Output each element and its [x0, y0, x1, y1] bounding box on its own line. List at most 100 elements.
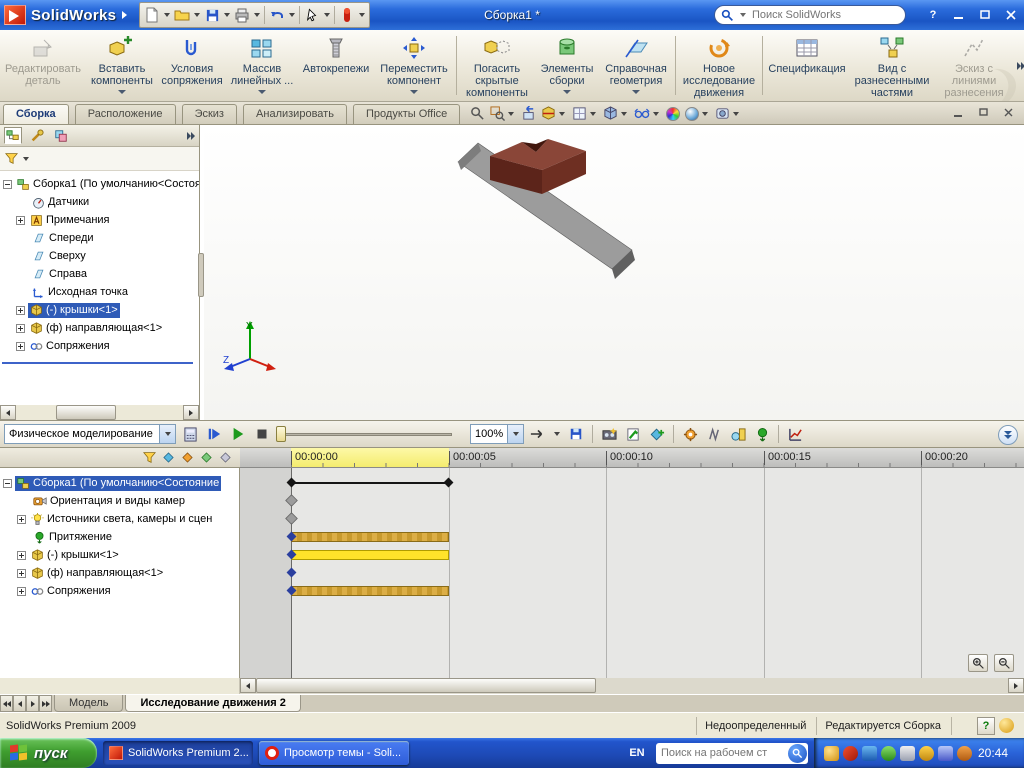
timeline-ruler[interactable]: 00:00:00 00:00:05 00:00:10 00:00:15 00:0… [240, 448, 1024, 468]
timeline-hscrollbar[interactable] [0, 678, 1024, 694]
tab-motion-study-2[interactable]: Исследование движения 2 [125, 695, 300, 712]
save-caret-icon[interactable] [224, 13, 230, 17]
tab-scroll-left-button[interactable] [13, 695, 26, 712]
tab-scroll-last-button[interactable] [39, 695, 52, 712]
scroll-left-button[interactable] [240, 678, 256, 693]
doc-minimize-button[interactable] [951, 106, 966, 119]
motor-button[interactable] [680, 424, 700, 444]
doc-close-button[interactable] [1001, 106, 1016, 119]
expand-toggle[interactable] [16, 342, 25, 351]
ribbon-button-mates[interactable]: Условия сопряжения [158, 30, 226, 101]
undo-button[interactable] [267, 5, 287, 25]
print-button[interactable] [232, 5, 252, 25]
desktop-search-button[interactable] [788, 744, 807, 763]
filter-results-icon[interactable] [219, 451, 232, 464]
hide-show-items-button[interactable] [632, 104, 663, 123]
scroll-thumb[interactable] [56, 405, 116, 420]
rebuild-button[interactable] [337, 5, 357, 25]
play-button[interactable] [228, 424, 248, 444]
tab-model[interactable]: Модель [54, 695, 123, 712]
play-from-start-button[interactable] [204, 424, 224, 444]
brand-menu-caret-icon[interactable] [122, 11, 127, 19]
timeline-row-orientation[interactable] [240, 492, 1024, 510]
dropdown-caret-icon[interactable] [118, 90, 126, 94]
ribbon-button-show-hidden[interactable]: Погасить скрытые компоненты [459, 30, 535, 101]
slider-thumb[interactable] [276, 426, 286, 442]
timeline-slider[interactable] [276, 425, 452, 443]
tab-sketch[interactable]: Эскиз [182, 104, 237, 124]
save-button[interactable] [202, 5, 222, 25]
caret-icon[interactable] [653, 112, 659, 116]
zoom-fit-button[interactable] [468, 104, 487, 123]
tree-item-sensors[interactable]: Датчики [0, 193, 199, 211]
help-button[interactable]: ? [926, 8, 940, 22]
collapse-toggle[interactable] [3, 479, 12, 488]
scroll-left-button[interactable] [0, 405, 16, 420]
tray-icon[interactable] [881, 746, 896, 761]
tab-scroll-right-button[interactable] [26, 695, 39, 712]
doc-restore-button[interactable] [976, 106, 991, 119]
start-button[interactable]: пуск [0, 738, 97, 768]
open-document-button[interactable] [172, 5, 192, 25]
timeline-row-mates[interactable] [240, 582, 1024, 600]
tree-item-mates[interactable]: Сопряжения [0, 337, 199, 355]
rebuild-caret-icon[interactable] [359, 13, 365, 17]
caret-icon[interactable] [621, 112, 627, 116]
desktop-search-input[interactable] [661, 747, 788, 759]
filter-driving-icon[interactable] [181, 451, 194, 464]
caret-icon[interactable] [733, 112, 739, 116]
motion-item-napravlyayushchaya[interactable]: (ф) направляющая<1> [0, 564, 239, 582]
ribbon-button-bom[interactable]: Спецификация [765, 30, 849, 101]
timeline-row-gravity[interactable] [240, 528, 1024, 546]
undo-caret-icon[interactable] [289, 13, 295, 17]
tree-item-top-plane[interactable]: Сверху [0, 247, 199, 265]
motion-item-gravity[interactable]: Притяжение [0, 528, 239, 546]
dropdown-caret-icon[interactable] [563, 90, 571, 94]
minimize-button[interactable] [952, 8, 966, 22]
tray-icon[interactable] [938, 746, 953, 761]
expand-toggle[interactable] [17, 515, 26, 524]
expand-toggle[interactable] [17, 551, 26, 560]
expand-toggle[interactable] [16, 306, 25, 315]
motion-item-assembly[interactable]: Сборка1 (По умолчанию<Состояние [0, 474, 239, 492]
tab-layout[interactable]: Расположение [75, 104, 176, 124]
animation-wizard-button[interactable] [599, 424, 619, 444]
keypoint-icon[interactable] [287, 514, 297, 524]
filter-funnel-icon[interactable] [143, 451, 156, 464]
timeline-grid[interactable] [240, 468, 1024, 678]
dropdown-caret-icon[interactable] [410, 90, 418, 94]
feature-tree-tab[interactable] [4, 127, 22, 144]
configuration-manager-tab[interactable] [52, 127, 70, 144]
view-settings-button[interactable] [713, 104, 743, 123]
tray-icon[interactable] [843, 746, 858, 761]
caret-icon[interactable] [508, 112, 514, 116]
rollback-bar[interactable] [2, 362, 193, 364]
timeline-row-napravlyayushchaya[interactable] [240, 564, 1024, 582]
tab-office-products[interactable]: Продукты Office [353, 104, 460, 124]
property-manager-tab[interactable] [28, 127, 46, 144]
tree-item-annotations[interactable]: Примечания [0, 211, 199, 229]
tree-item-front-plane[interactable]: Спереди [0, 229, 199, 247]
ribbon-button-assembly-features[interactable]: Элементы сборки [535, 30, 599, 101]
tree-item-kryshki[interactable]: (-) крышки<1> [0, 301, 199, 319]
ribbon-button-insert-components[interactable]: Вставить компоненты [86, 30, 158, 101]
ribbon-button-new-motion-study[interactable]: Новое исследование движения [678, 30, 760, 101]
tree-item-origin[interactable]: Исходная точка [0, 283, 199, 301]
playback-speed-combobox[interactable]: 100% [470, 424, 524, 444]
keypoint-icon[interactable] [287, 568, 297, 578]
zoom-area-button[interactable] [488, 104, 518, 123]
ribbon-button-smart-fasteners[interactable]: Автокрепежи [298, 30, 374, 101]
tab-scroll-first-button[interactable] [0, 695, 13, 712]
combo-caret-icon[interactable] [513, 432, 519, 436]
caret-icon[interactable] [559, 112, 565, 116]
results-button[interactable] [785, 424, 805, 444]
collapse-motion-panel-button[interactable] [998, 425, 1018, 445]
filter-funnel-icon[interactable] [5, 152, 18, 165]
keypoint-icon[interactable] [287, 496, 297, 506]
scroll-thumb[interactable] [256, 678, 596, 693]
filter-animated-icon[interactable] [162, 451, 175, 464]
display-style-button[interactable] [601, 104, 631, 123]
caret-icon[interactable] [590, 112, 596, 116]
change-bar[interactable] [291, 550, 449, 560]
filter-selected-icon[interactable] [200, 451, 213, 464]
